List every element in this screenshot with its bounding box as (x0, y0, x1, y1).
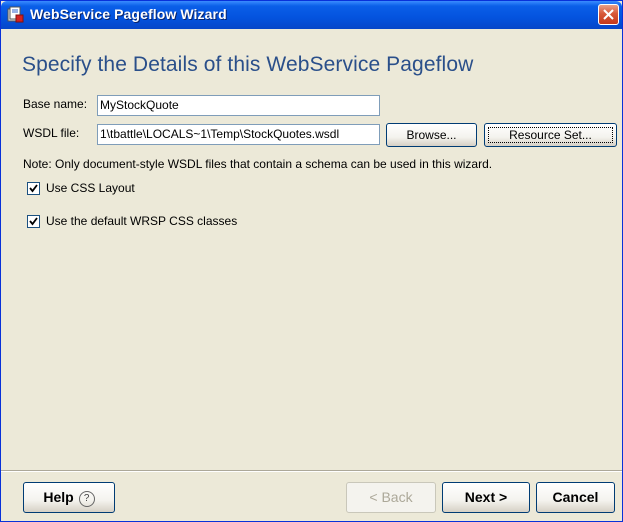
use-default-wrsp-css-checkbox[interactable] (27, 215, 40, 228)
wizard-app-icon (7, 6, 24, 23)
help-label: Help (43, 489, 74, 505)
resource-set-button[interactable]: Resource Set... (484, 123, 617, 147)
wsdl-file-label: WSDL file: (23, 126, 80, 140)
title-bar[interactable]: WebService Pageflow Wizard (1, 1, 622, 29)
footer-divider (1, 470, 622, 472)
wsdl-file-input[interactable]: 1\tbattle\LOCALS~1\Temp\StockQuotes.wsdl (97, 124, 380, 145)
browse-button[interactable]: Browse... (386, 123, 477, 147)
base-name-input[interactable]: MyStockQuote (97, 95, 380, 116)
close-button[interactable] (598, 4, 619, 25)
help-button[interactable]: Help? (23, 482, 115, 513)
checkmark-icon (29, 184, 38, 193)
window-title: WebService Pageflow Wizard (30, 6, 227, 22)
base-name-label: Base name: (23, 97, 88, 111)
checkmark-icon (29, 217, 38, 226)
use-default-wrsp-css-label: Use the default WRSP CSS classes (46, 214, 238, 228)
help-icon: ? (78, 491, 95, 507)
wizard-window: WebService Pageflow Wizard Specify the D… (0, 0, 623, 522)
next-button[interactable]: Next > (442, 482, 530, 513)
use-css-layout-label: Use CSS Layout (46, 181, 135, 195)
cancel-button[interactable]: Cancel (536, 482, 615, 513)
use-css-layout-checkbox[interactable] (27, 182, 40, 195)
page-title: Specify the Details of this WebService P… (22, 53, 474, 76)
back-button[interactable]: < Back (346, 482, 436, 513)
wsdl-note: Note: Only document-style WSDL files tha… (23, 157, 493, 171)
close-icon (603, 9, 614, 20)
